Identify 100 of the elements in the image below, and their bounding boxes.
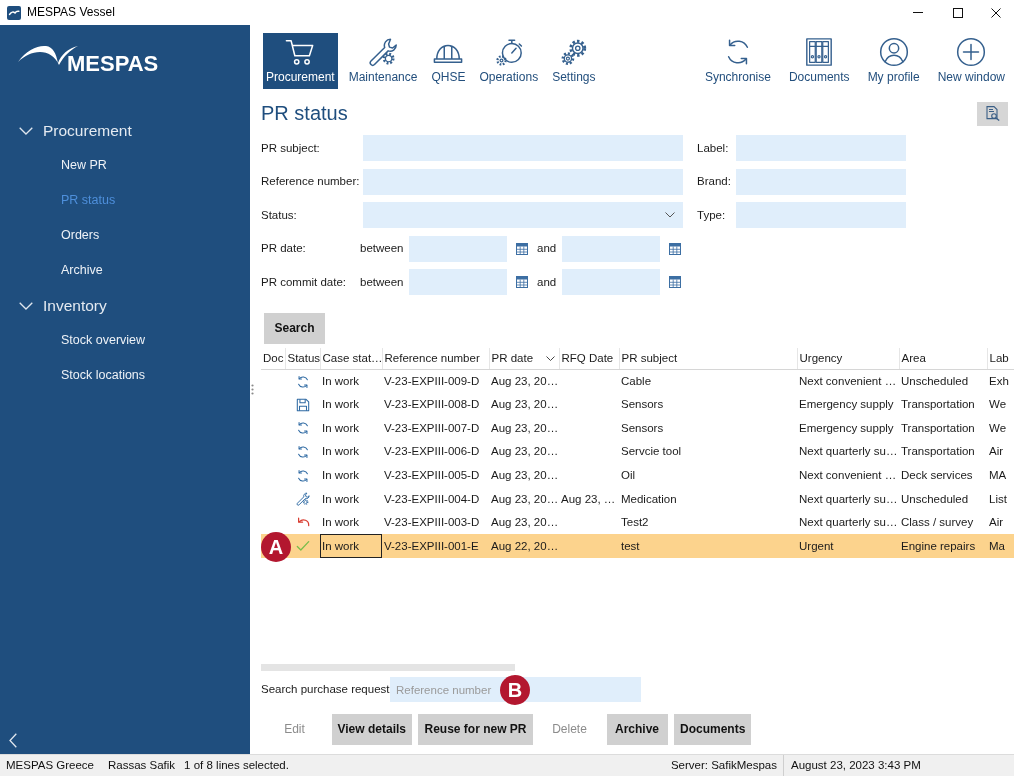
column-header[interactable]: PR subject bbox=[621, 351, 678, 366]
nav-group[interactable]: Procurement bbox=[0, 113, 250, 148]
column-header[interactable]: Reference number bbox=[384, 351, 480, 366]
nav-item[interactable]: New PR bbox=[0, 148, 250, 183]
calendar-icon[interactable] bbox=[669, 242, 681, 255]
column-header[interactable]: RFQ Date bbox=[561, 351, 614, 366]
nav-item[interactable]: Archive bbox=[0, 253, 250, 288]
table-cell-text: V-23-EXPIII-005-D bbox=[383, 468, 481, 483]
text-field[interactable] bbox=[736, 202, 906, 228]
table-cell-text: Transportation bbox=[900, 397, 976, 413]
toolbar-button[interactable]: New window bbox=[934, 33, 1008, 89]
table-cell-text: In work bbox=[321, 420, 361, 436]
module-tab[interactable]: Procurement bbox=[263, 33, 338, 89]
column-header[interactable]: Urgency bbox=[799, 351, 843, 366]
table-row[interactable]: In work V-23-EXPIII-004-D Aug 23, 20… Aug 23, … Medication Next quarterly su… Unscheduled List bbox=[261, 486, 1014, 511]
sync-icon bbox=[296, 468, 310, 483]
table-row[interactable]: In work V-23-EXPIII-008-D Aug 23, 20… Sensors Emergency supply Transportation We bbox=[261, 392, 1014, 417]
field-label: Label: bbox=[697, 140, 730, 156]
column-header[interactable]: PR date bbox=[491, 351, 534, 366]
field-label: Reference number: bbox=[261, 174, 361, 189]
cart-icon bbox=[285, 37, 316, 67]
status-text: August 23, 2023 3:43 PM bbox=[791, 758, 921, 773]
report-button[interactable] bbox=[977, 101, 1008, 126]
calendar-icon[interactable] bbox=[516, 276, 528, 288]
table-cell: In work bbox=[320, 534, 382, 558]
field-label: Status: bbox=[261, 207, 298, 223]
maximize-icon[interactable] bbox=[953, 7, 963, 18]
column-header[interactable]: Area bbox=[901, 351, 926, 366]
nav-item[interactable]: Orders bbox=[0, 218, 250, 253]
column-header[interactable]: Doc bbox=[263, 351, 284, 366]
date-field[interactable] bbox=[562, 269, 660, 295]
column-header[interactable]: Case stat… bbox=[322, 351, 383, 366]
date-field[interactable] bbox=[409, 235, 507, 262]
table-cell-text: Medication bbox=[620, 491, 678, 507]
table-cell-text: Next quarterly su… bbox=[798, 444, 899, 460]
table-cell-text: In work bbox=[321, 468, 361, 483]
nav-item[interactable]: Stock locations bbox=[0, 358, 250, 393]
dropdown-field[interactable] bbox=[363, 202, 683, 228]
table-cell-text: Emergency supply bbox=[798, 397, 895, 413]
table-cell-text: Unscheduled bbox=[900, 491, 970, 507]
table-cell: Ma bbox=[987, 534, 1014, 558]
table-cell-text: In work bbox=[321, 444, 361, 460]
text-field[interactable] bbox=[363, 135, 683, 161]
table-cell-text: In work bbox=[321, 491, 361, 507]
table-cell-text: Sensors bbox=[620, 397, 665, 413]
module-tab[interactable]: Operations bbox=[476, 33, 542, 89]
table-cell: Exh bbox=[987, 369, 1014, 393]
sync-icon bbox=[296, 374, 310, 389]
range-label: between bbox=[360, 274, 405, 290]
module-tab[interactable]: Settings bbox=[549, 33, 599, 89]
toolbar-button[interactable]: Synchronise bbox=[701, 33, 774, 89]
action-button[interactable]: Archive bbox=[606, 714, 668, 745]
grip-icon[interactable] bbox=[251, 384, 254, 395]
toolbar-button[interactable]: Documents bbox=[785, 33, 853, 89]
table-row[interactable]: In work V-23-EXPIII-006-D Aug 23, 20… Servcie tool Next quarterly su… Transportation Air bbox=[261, 439, 1014, 464]
text-field[interactable] bbox=[363, 168, 683, 195]
module-tab[interactable]: Maintenance bbox=[345, 33, 421, 89]
date-field[interactable] bbox=[562, 235, 660, 262]
binders-icon bbox=[804, 37, 835, 67]
search-button[interactable]: Search bbox=[264, 313, 325, 344]
table-cell-text: V-23-EXPIII-008-D bbox=[383, 397, 481, 413]
text-field[interactable] bbox=[736, 168, 906, 195]
app-icon bbox=[7, 5, 21, 20]
calendar-icon[interactable] bbox=[516, 242, 528, 255]
table-cell: In work bbox=[320, 510, 382, 535]
status-text: Server: SafikMespas bbox=[670, 758, 778, 773]
minimize-icon[interactable] bbox=[913, 12, 923, 13]
field-label: PR subject: bbox=[261, 140, 321, 156]
column-header[interactable]: Lab bbox=[989, 351, 1009, 366]
table-row[interactable]: In work V-23-EXPIII-005-D Aug 23, 20… Oil Next convenient … Deck services MA bbox=[261, 463, 1014, 487]
nav-item[interactable]: Stock overview bbox=[0, 323, 250, 358]
sync-icon bbox=[296, 445, 310, 460]
action-button[interactable]: Documents bbox=[674, 714, 752, 745]
field-label: Brand: bbox=[697, 174, 732, 189]
field-label: Type: bbox=[697, 207, 727, 223]
close-icon[interactable] bbox=[991, 7, 1001, 18]
calendar-icon[interactable] bbox=[669, 276, 681, 288]
table-cell-text: Aug 23, 20… bbox=[490, 420, 559, 436]
table-cell: Next convenient … bbox=[797, 369, 899, 393]
text-field[interactable] bbox=[736, 135, 906, 161]
module-tab[interactable]: QHSE bbox=[428, 33, 469, 89]
document-search-icon bbox=[985, 106, 1000, 121]
action-button[interactable]: Reuse for new PR bbox=[418, 714, 533, 745]
table-cell-text: Aug 23, 20… bbox=[490, 397, 559, 413]
table-row[interactable]: In work V-23-EXPIII-009-D Aug 23, 20… Cable Next convenient … Unscheduled Exh bbox=[261, 369, 1014, 393]
table-row[interactable]: In work V-23-EXPIII-003-D Aug 23, 20… Test2 Next quarterly su… Class / survey Air bbox=[261, 510, 1014, 535]
table-row[interactable]: In work V-23-EXPIII-007-D Aug 23, 20… Sensors Emergency supply Transportation We bbox=[261, 416, 1014, 440]
chevron-left-icon[interactable] bbox=[9, 733, 17, 748]
table-cell: Next quarterly su… bbox=[797, 510, 899, 535]
table-cell-text: Transportation bbox=[900, 444, 976, 460]
action-button[interactable]: View details bbox=[331, 714, 412, 745]
scrollbar-thumb[interactable] bbox=[261, 664, 515, 671]
sort-chevron-icon[interactable] bbox=[545, 355, 555, 361]
table-cell: Air bbox=[987, 510, 1014, 535]
date-field[interactable] bbox=[409, 269, 507, 295]
table-cell-text: MA bbox=[988, 468, 1008, 483]
column-header[interactable]: Status bbox=[287, 351, 321, 366]
toolbar-button[interactable]: My profile bbox=[864, 33, 923, 89]
range-label: and bbox=[537, 241, 558, 256]
nav-group[interactable]: Inventory bbox=[0, 288, 250, 323]
